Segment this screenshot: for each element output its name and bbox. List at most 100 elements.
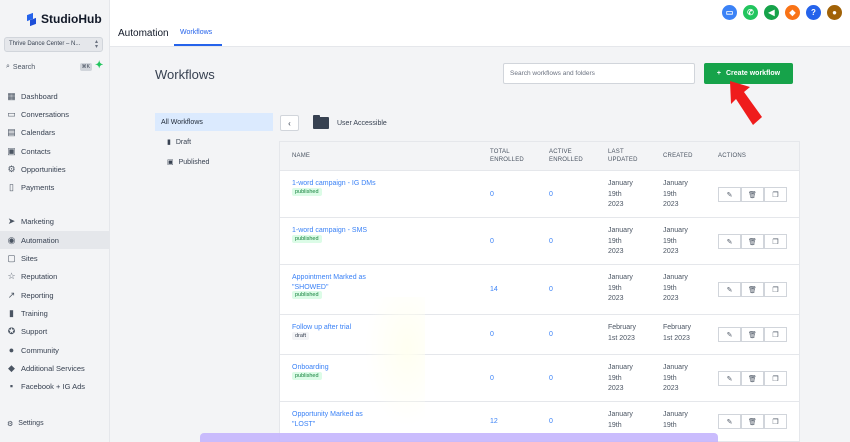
folder-published[interactable]: ▣ Published	[155, 153, 273, 171]
sidebar-item-contacts[interactable]: ▣ Contacts	[0, 142, 110, 160]
workflow-name-link[interactable]: Opportunity Marked as "LOST"	[292, 410, 363, 430]
sidebar-item-label: Training	[21, 308, 48, 318]
copy-button[interactable]: ❐	[764, 327, 787, 342]
breadcrumb-folder-name[interactable]: User Accessible	[337, 120, 387, 127]
total-enrolled-value[interactable]: 14	[490, 286, 498, 293]
table-row[interactable]: Onboarding published 0 0 January 19th 2023 Janu…	[280, 355, 799, 402]
logo-icon	[26, 14, 37, 25]
delete-button[interactable]: 🗑	[741, 371, 764, 386]
total-enrolled-value[interactable]: 0	[490, 331, 494, 338]
sidebar-item-facebook-ig-ads[interactable]: ▪ Facebook + IG Ads	[0, 377, 110, 395]
active-enrolled-value[interactable]: 0	[549, 331, 553, 338]
date-part: January	[663, 364, 688, 371]
notification-bell-icon[interactable]: ◆	[785, 5, 800, 20]
sidebar-item-reporting[interactable]: ↗ Reporting	[0, 286, 110, 304]
chat-icon: ▭	[7, 108, 16, 119]
folder-draft[interactable]: ▮ Draft	[155, 133, 273, 151]
table-row[interactable]: 1-word campaign - IG DMs published 0 0 Janua…	[280, 171, 799, 218]
sidebar-item-conversations[interactable]: ▭ Conversations	[0, 105, 110, 123]
folder-all-workflows[interactable]: All Workflows	[155, 113, 273, 131]
date-part: 19th	[663, 421, 677, 429]
col-label: LAST	[608, 149, 624, 155]
edit-button[interactable]: ✎	[718, 414, 741, 429]
table-row[interactable]: 1-word campaign - SMS published 0 0 January 1…	[280, 218, 799, 265]
sidebar-item-automation[interactable]: ◉ Automation	[0, 231, 110, 250]
edit-button[interactable]: ✎	[718, 371, 741, 386]
settings-icon: ⚙	[7, 421, 14, 428]
copy-button[interactable]: ❐	[764, 371, 787, 386]
sidebar-item-support[interactable]: ✪ Support	[0, 323, 110, 341]
copy-button[interactable]: ❐	[764, 282, 787, 297]
sidebar-item-training[interactable]: ▮ Training	[0, 304, 110, 322]
edit-button[interactable]: ✎	[718, 234, 741, 249]
date-part: 19th	[608, 284, 622, 292]
macos-dock	[200, 433, 718, 442]
tab-workflows[interactable]: Workflows	[180, 29, 212, 36]
sidebar-item-calendars[interactable]: ▤ Calendars	[0, 124, 110, 142]
send-icon: ➤	[7, 216, 16, 227]
active-enrolled-value[interactable]: 0	[549, 286, 553, 293]
chat-widget-icon[interactable]: ▭	[722, 5, 737, 20]
total-enrolled-value[interactable]: 0	[490, 238, 494, 245]
brand-logo[interactable]: StudioHub	[26, 12, 102, 26]
active-enrolled-value[interactable]: 0	[549, 191, 553, 198]
delete-button[interactable]: 🗑	[741, 187, 764, 202]
copy-icon: ❐	[772, 286, 779, 294]
megaphone-icon[interactable]: ◀	[764, 5, 779, 20]
workflow-name-line: Follow up after trial	[292, 324, 352, 331]
account-switcher[interactable]: Thrive Dance Center – N... ▴ ▾	[4, 37, 103, 52]
sidebar-item-settings[interactable]: ⚙ Settings	[7, 420, 44, 428]
community-icon: ●	[8, 344, 15, 355]
sidebar-search[interactable]: ⌕ Search ⌘K	[4, 60, 92, 74]
delete-button[interactable]: 🗑	[741, 234, 764, 249]
sidebar-item-label: Sites	[21, 254, 38, 264]
active-enrolled-value[interactable]: 0	[549, 375, 553, 382]
edit-button[interactable]: ✎	[718, 282, 741, 297]
active-enrolled-value[interactable]: 0	[549, 418, 553, 425]
workflow-name-line: 1-word campaign - SMS	[292, 227, 368, 234]
edit-button[interactable]: ✎	[718, 187, 741, 202]
delete-button[interactable]: 🗑	[741, 282, 764, 297]
row-actions: ✎ 🗑 ❐	[718, 414, 787, 429]
page-title: Automation	[118, 28, 169, 39]
trash-icon: 🗑	[748, 191, 757, 199]
table-row[interactable]: Follow up after trial draft 0 0 February 1st …	[280, 315, 799, 355]
sidebar-item-opportunities[interactable]: ⚙ Opportunities	[0, 160, 110, 178]
workflow-name-link[interactable]: Appointment Marked as "SHOWED"	[292, 273, 366, 293]
last-updated-value: January 19th 2023	[608, 226, 633, 258]
phone-icon[interactable]: ✆	[743, 5, 758, 20]
back-button[interactable]: ‹	[280, 115, 299, 131]
trash-icon: 🗑	[748, 331, 757, 339]
workflow-search-input[interactable]: Search workflows and folders	[503, 63, 695, 84]
sidebar-item-payments[interactable]: ▯ Payments	[0, 178, 110, 196]
col-label: TOTAL	[490, 149, 510, 155]
table-row[interactable]: Appointment Marked as "SHOWED" published 14…	[280, 265, 799, 315]
avatar[interactable]: ●	[827, 5, 842, 20]
sidebar-item-sites[interactable]: ▢ Sites	[0, 249, 110, 267]
total-enrolled-value[interactable]: 0	[490, 191, 494, 198]
active-enrolled-value[interactable]: 0	[549, 238, 553, 245]
edit-button[interactable]: ✎	[718, 327, 741, 342]
copy-button[interactable]: ❐	[764, 414, 787, 429]
quick-add-icon[interactable]: ✦	[95, 61, 103, 71]
last-updated-value: February 1st 2023	[608, 323, 636, 344]
sidebar-item-dashboard[interactable]: ▦ Dashboard	[0, 87, 110, 105]
sidebar-item-label: Payments	[21, 183, 55, 193]
row-actions: ✎ 🗑 ❐	[718, 371, 787, 386]
ads-icon: ▪	[9, 381, 14, 392]
delete-button[interactable]: 🗑	[741, 414, 764, 429]
row-actions: ✎ 🗑 ❐	[718, 234, 787, 249]
sidebar-item-community[interactable]: ● Community	[0, 341, 110, 359]
workflow-name-line: Appointment Marked as	[292, 274, 366, 281]
help-icon[interactable]: ?	[806, 5, 821, 20]
sidebar-item-marketing[interactable]: ➤ Marketing	[0, 213, 110, 231]
copy-button[interactable]: ❐	[764, 187, 787, 202]
copy-button[interactable]: ❐	[764, 234, 787, 249]
sidebar-item-reputation[interactable]: ☆ Reputation	[0, 268, 110, 286]
date-part: 2023	[608, 248, 624, 255]
total-enrolled-value[interactable]: 0	[490, 375, 494, 382]
total-enrolled-value[interactable]: 12	[490, 418, 498, 425]
sidebar-item-additional-services[interactable]: ◆ Additional Services	[0, 359, 110, 377]
delete-button[interactable]: 🗑	[741, 327, 764, 342]
workflow-name-line: 1-word campaign - IG DMs	[292, 180, 376, 187]
